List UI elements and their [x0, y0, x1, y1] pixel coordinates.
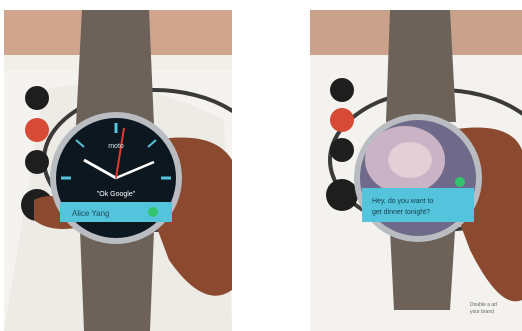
notification-card-right	[362, 188, 474, 222]
left-watch-photo: moto "Ok Google" Alice Yang	[4, 10, 232, 331]
stand-icon-3	[25, 150, 49, 174]
stand-icon-1-right	[330, 78, 354, 102]
left-watch-illustration: moto "Ok Google" Alice Yang	[4, 10, 232, 331]
stand-icon-3-right	[330, 138, 354, 162]
notification-line1: Hey, do you want to	[372, 198, 433, 205]
voice-prompt: "Ok Google"	[97, 191, 136, 198]
stand-icon-4-right	[326, 179, 358, 211]
sign-line2: your brand	[470, 309, 494, 315]
watch-brand: moto	[108, 143, 124, 150]
watch-strap-bottom	[80, 230, 154, 331]
stand-icon-2-right	[330, 108, 354, 132]
sign-line1: Double a ad	[470, 302, 497, 308]
notification-name: Alice Yang	[72, 209, 110, 218]
hangouts-icon	[148, 207, 158, 217]
stand-icon-1	[25, 86, 49, 110]
watch-strap-top	[76, 10, 154, 125]
hangouts-icon-right	[455, 177, 465, 187]
right-watch-illustration: Hey, do you want to get dinner tonight? …	[310, 10, 522, 331]
watch-strap-bottom-right	[390, 230, 455, 310]
stand-icon-2	[25, 118, 49, 142]
right-watch-photo: Hey, do you want to get dinner tonight? …	[310, 10, 522, 331]
notification-line2: get dinner tonight?	[372, 209, 430, 216]
watch-strap-top-right	[386, 10, 456, 122]
